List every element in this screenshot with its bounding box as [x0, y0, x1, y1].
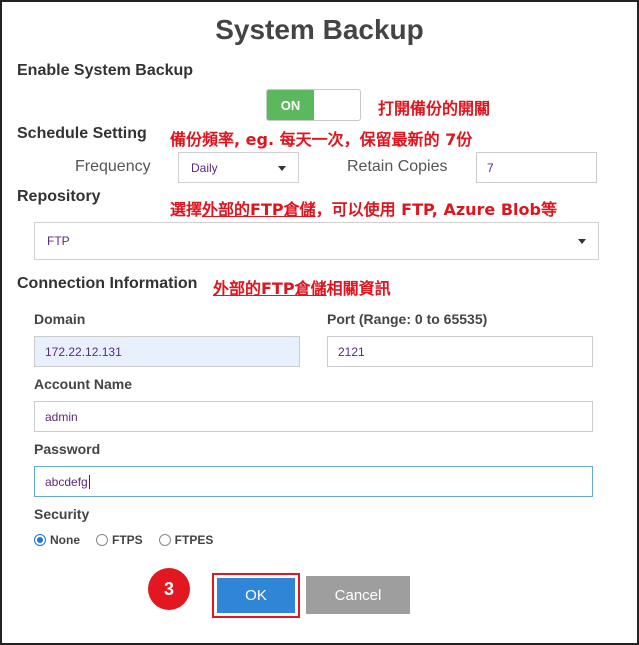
retain-copies-input[interactable]: 7	[476, 152, 597, 183]
cancel-button[interactable]: Cancel	[306, 576, 410, 614]
password-input[interactable]: abcdefg	[34, 466, 593, 497]
enable-backup-toggle[interactable]: ON	[266, 89, 361, 121]
ok-highlight-box: OK	[212, 573, 300, 618]
annotation-connection: 外部的FTP倉儲相關資訊	[213, 275, 391, 299]
step-number-badge: 3	[148, 568, 190, 610]
radio-unchecked-icon[interactable]	[158, 534, 171, 546]
annotation-repository-suffix: ，可以使用 FTP, Azure Blob等	[315, 200, 557, 219]
connection-info-label: Connection Information	[17, 275, 198, 292]
annotation-connection-underlined: 外部的FTP倉儲	[213, 279, 327, 298]
enable-backup-label: Enable System Backup	[17, 62, 194, 79]
account-name-label: Account Name	[34, 376, 133, 392]
ok-button[interactable]: OK	[217, 578, 295, 613]
annotation-repository-underlined: 外部的FTP倉儲	[202, 200, 316, 219]
domain-input[interactable]: 172.22.12.131	[34, 336, 300, 367]
radio-checked-icon[interactable]	[34, 534, 46, 546]
security-option-none[interactable]: None	[34, 533, 80, 547]
repository-label: Repository	[17, 188, 101, 205]
annotation-connection-suffix: 相關資訊	[326, 279, 391, 298]
toggle-on-label: ON	[267, 90, 314, 120]
security-label: Security	[34, 506, 90, 522]
security-option-ftpes[interactable]: FTPES	[158, 533, 214, 547]
annotation-enable: 打開備份的開關	[378, 99, 491, 118]
annotation-schedule: 備份頻率, eg. 每天一次，保留最新的 7份	[170, 130, 473, 149]
retain-copies-label: Retain Copies	[347, 158, 448, 175]
schedule-setting-label: Schedule Setting	[17, 125, 147, 142]
chevron-down-icon	[578, 239, 586, 244]
port-value: 2121	[338, 344, 365, 359]
dialog-title: System Backup	[215, 14, 424, 45]
security-option-ftps-label: FTPS	[112, 533, 143, 547]
port-input[interactable]: 2121	[327, 336, 593, 367]
annotation-repository: 選擇外部的FTP倉儲，可以使用 FTP, Azure Blob等	[170, 196, 557, 220]
chevron-down-icon	[278, 165, 286, 171]
text-cursor	[88, 474, 90, 489]
repository-value: FTP	[47, 234, 70, 248]
frequency-label: Frequency	[75, 158, 151, 175]
domain-value: 172.22.12.131	[45, 344, 122, 359]
annotation-repository-prefix: 選擇	[170, 200, 203, 219]
frequency-value: Daily	[191, 160, 218, 175]
port-label: Port (Range: 0 to 65535)	[327, 311, 488, 327]
retain-copies-value: 7	[487, 160, 494, 175]
domain-label: Domain	[34, 311, 86, 327]
radio-unchecked-icon[interactable]	[96, 534, 108, 546]
password-label: Password	[34, 441, 101, 457]
security-option-none-label: None	[50, 533, 80, 547]
security-option-ftps[interactable]: FTPS	[96, 533, 143, 547]
security-radio-group: None FTPS FTPES	[34, 533, 229, 547]
frequency-select[interactable]: Daily	[178, 152, 299, 183]
password-value: abcdefg	[45, 474, 88, 489]
account-name-value: admin	[45, 409, 78, 424]
repository-select[interactable]: FTP	[34, 222, 599, 260]
security-option-ftpes-label: FTPES	[174, 533, 214, 547]
account-name-input[interactable]: admin	[34, 401, 593, 432]
